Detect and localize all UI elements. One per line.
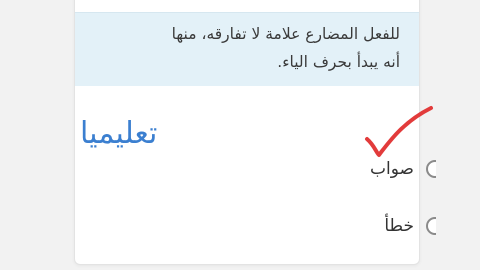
question-text: للفعل المضارع علامة لا تفارقه، منها أنه … — [80, 20, 400, 76]
question-box: للفعل المضارع علامة لا تفارقه، منها أنه … — [75, 12, 419, 86]
screen: للفعل المضارع علامة لا تفارقه، منها أنه … — [0, 0, 480, 270]
checkmark-icon — [365, 106, 433, 157]
right-margin — [436, 0, 480, 270]
option-true-label: صواب — [370, 159, 414, 179]
question-line-2: أنه يبدأ بحرف الياء. — [277, 53, 400, 71]
watermark-text: تعليميا — [80, 116, 158, 151]
question-line-1: للفعل المضارع علامة لا تفارقه، منها — [171, 25, 400, 43]
option-false-label: خطأ — [384, 216, 414, 236]
